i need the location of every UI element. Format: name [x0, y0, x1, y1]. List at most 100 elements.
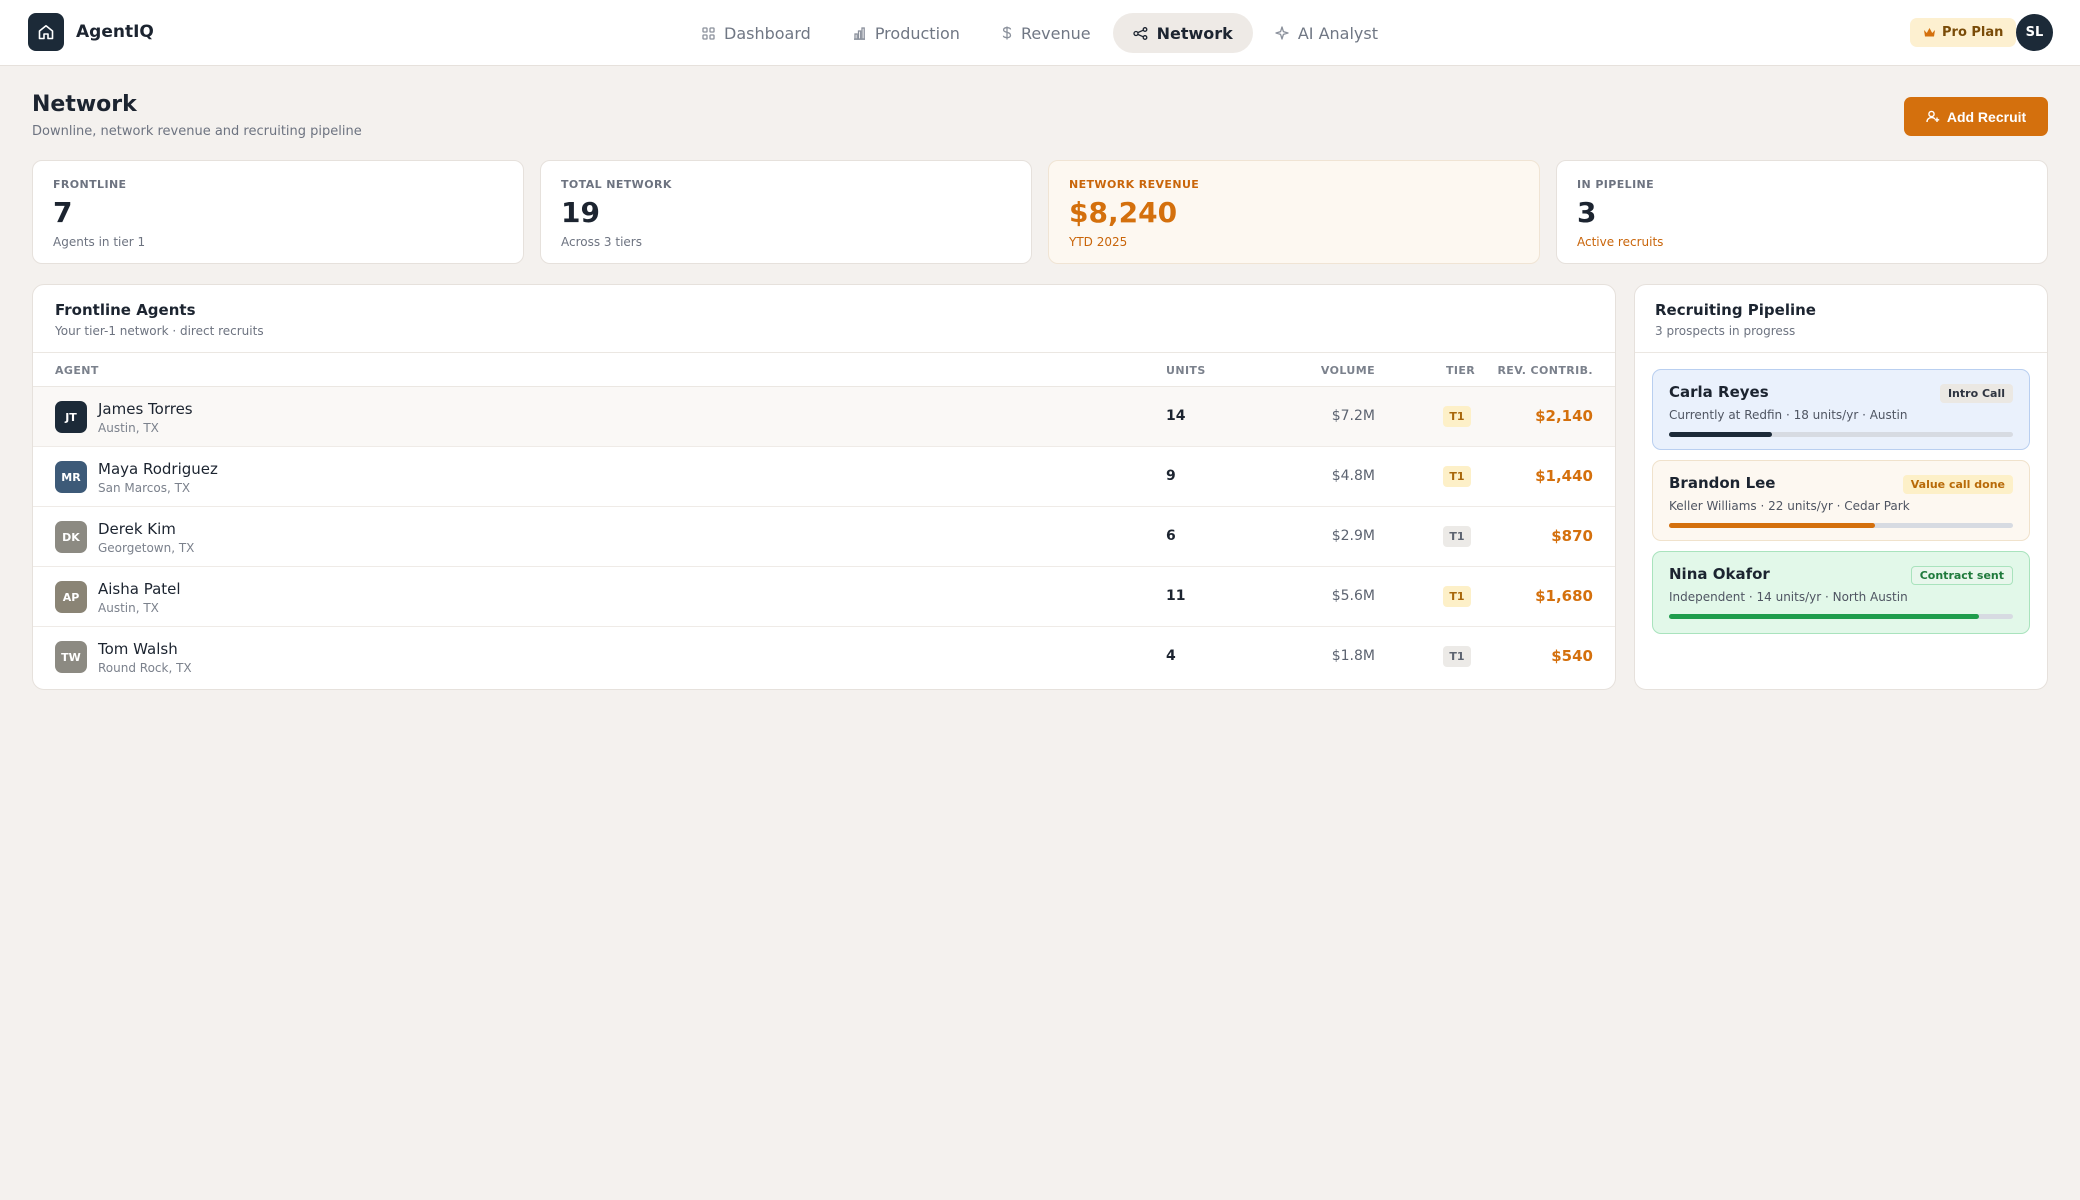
avatar: DK [55, 521, 87, 553]
stat-label: TOTAL NETWORK [561, 178, 672, 191]
panel-title: Frontline Agents [55, 301, 196, 319]
prospect-meta: Keller Williams · 22 units/yr · Cedar Pa… [1669, 499, 1910, 513]
table-row[interactable]: AP Aisha Patel Austin, TX 11 $5.6M T1 $1… [33, 567, 1615, 627]
page-subtitle: Downline, network revenue and recruiting… [32, 124, 362, 139]
progress-track [1669, 614, 2013, 619]
stat-card-network-revenue: NETWORK REVENUE $8,240 YTD 2025 [1048, 160, 1540, 264]
nav-ai-analyst[interactable]: AI Analyst [1255, 13, 1398, 53]
agent-name: Tom Walsh [98, 640, 178, 658]
avatar: MR [55, 461, 87, 493]
stat-sub: Across 3 tiers [561, 235, 642, 249]
sparkle-icon [1275, 26, 1289, 40]
nav-production-label: Production [874, 23, 960, 43]
agent-volume: $5.6M [1331, 588, 1375, 604]
tier-badge: T1 [1443, 586, 1471, 607]
progress-track [1669, 523, 2013, 528]
pro-plan-label: Pro Plan [1942, 25, 2004, 40]
table-row[interactable]: DK Derek Kim Georgetown, TX 6 $2.9M T1 $… [33, 507, 1615, 567]
agent-units: 14 [1166, 408, 1186, 424]
agent-location: San Marcos, TX [98, 481, 191, 495]
table-row[interactable]: TW Tom Walsh Round Rock, TX 4 $1.8M T1 $… [33, 627, 1615, 687]
pipeline-card[interactable]: Carla Reyes Currently at Redfin · 18 uni… [1652, 369, 2030, 450]
agent-name: Derek Kim [98, 520, 176, 538]
agent-rev-contrib: $1,440 [1535, 467, 1593, 485]
tier-badge: T1 [1443, 526, 1471, 547]
frontline-agents-panel: Frontline Agents Your tier-1 network · d… [32, 284, 1616, 690]
agent-rev-contrib: $2,140 [1535, 407, 1593, 425]
agent-location: Austin, TX [98, 601, 159, 615]
stat-sub: Active recruits [1577, 235, 1664, 249]
status-badge: Contract sent [1910, 566, 2013, 585]
status-badge: Value call done [1902, 475, 2013, 494]
nav-production[interactable]: Production [833, 13, 980, 53]
agent-volume: $1.8M [1331, 648, 1375, 664]
agent-name: Aisha Patel [98, 580, 181, 598]
stat-value: $8,240 [1069, 196, 1178, 229]
pipeline-card[interactable]: Brandon Lee Keller Williams · 22 units/y… [1652, 460, 2030, 541]
top-navigation-bar: AgentIQ Dashboard Production Revenue Net… [0, 0, 2080, 66]
tier-badge: T1 [1443, 646, 1471, 667]
nav-revenue[interactable]: Revenue [982, 13, 1111, 53]
table-header: AGENT UNITS VOLUME TIER REV. CONTRIB. [33, 353, 1615, 387]
column-header-volume[interactable]: VOLUME [1321, 364, 1375, 377]
stat-card-total-network: TOTAL NETWORK 19 Across 3 tiers [540, 160, 1032, 264]
panel-subtitle: Your tier-1 network · direct recruits [55, 324, 264, 338]
progress-fill [1669, 523, 1876, 528]
agent-units: 9 [1166, 468, 1176, 484]
nav-dashboard-label: Dashboard [724, 23, 811, 43]
column-header-tier[interactable]: TIER [1446, 364, 1475, 377]
crown-icon [1924, 28, 1935, 37]
stat-label: NETWORK REVENUE [1069, 178, 1200, 191]
agent-rev-contrib: $870 [1551, 527, 1593, 545]
progress-fill [1669, 432, 1773, 437]
pro-plan-badge[interactable]: Pro Plan [1910, 18, 2017, 47]
nav-ai-analyst-label: AI Analyst [1297, 23, 1378, 43]
stat-sub: Agents in tier 1 [53, 235, 146, 249]
add-recruit-label: Add Recruit [1946, 108, 2027, 125]
agent-location: Round Rock, TX [98, 661, 192, 675]
table-row[interactable]: JT James Torres Austin, TX 14 $7.2M T1 $… [33, 387, 1615, 447]
agent-volume: $7.2M [1331, 408, 1375, 424]
table-row[interactable]: MR Maya Rodriguez San Marcos, TX 9 $4.8M… [33, 447, 1615, 507]
stat-value: 3 [1577, 196, 1597, 229]
panel-header: Frontline Agents Your tier-1 network · d… [33, 285, 1615, 353]
agent-location: Austin, TX [98, 421, 159, 435]
panel-subtitle: 3 prospects in progress [1655, 324, 1796, 338]
column-header-agent[interactable]: AGENT [55, 364, 99, 377]
nav-network[interactable]: Network [1112, 13, 1253, 53]
tier-badge: T1 [1443, 406, 1471, 427]
add-user-icon [1926, 110, 1940, 123]
agent-rev-contrib: $540 [1551, 647, 1593, 665]
stat-value: 7 [53, 196, 73, 229]
network-icon [1132, 26, 1148, 40]
add-recruit-button[interactable]: Add Recruit [1904, 97, 2048, 136]
brand[interactable]: AgentIQ [28, 13, 154, 51]
agent-volume: $4.8M [1331, 468, 1375, 484]
pipeline-card[interactable]: Nina Okafor Independent · 14 units/yr · … [1652, 551, 2030, 634]
column-header-rev-contrib[interactable]: REV. CONTRIB. [1497, 364, 1593, 377]
bar-chart-icon [853, 26, 865, 40]
table-body: JT James Torres Austin, TX 14 $7.2M T1 $… [33, 387, 1615, 687]
agent-name: James Torres [98, 400, 193, 418]
nav-network-label: Network [1156, 23, 1233, 43]
main-nav: Dashboard Production Revenue Network AI … [682, 13, 1400, 53]
avatar: JT [55, 401, 87, 433]
grid-icon [702, 26, 715, 40]
user-avatar[interactable]: SL [2016, 14, 2053, 51]
agent-volume: $2.9M [1331, 528, 1375, 544]
nav-dashboard[interactable]: Dashboard [682, 13, 831, 53]
prospect-meta: Independent · 14 units/yr · North Austin [1669, 590, 1908, 604]
agent-rev-contrib: $1,680 [1535, 587, 1593, 605]
nav-revenue-label: Revenue [1020, 23, 1091, 43]
stat-card-in-pipeline: IN PIPELINE 3 Active recruits [1556, 160, 2048, 264]
panel-title: Recruiting Pipeline [1655, 301, 1816, 319]
column-header-units[interactable]: UNITS [1166, 364, 1206, 377]
avatar: TW [55, 641, 87, 673]
agent-units: 6 [1166, 528, 1176, 544]
stat-card-frontline: FRONTLINE 7 Agents in tier 1 [32, 160, 524, 264]
app-name: AgentIQ [76, 22, 154, 42]
agent-units: 11 [1166, 588, 1186, 604]
home-icon [28, 13, 64, 51]
stat-label: IN PIPELINE [1577, 178, 1655, 191]
dollar-icon [1002, 26, 1012, 40]
